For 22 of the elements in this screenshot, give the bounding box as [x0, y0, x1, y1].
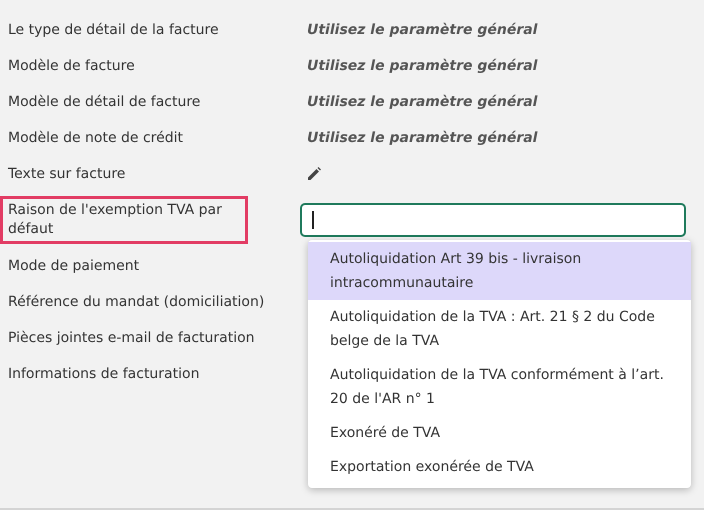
dropdown-option[interactable]: Exonéré de TVA [308, 416, 691, 450]
setting-value: Utilisez le paramètre général [306, 130, 538, 146]
setting-value: Utilisez le paramètre général [306, 22, 538, 38]
field-label: Modèle de note de crédit [7, 128, 184, 148]
dropdown-option[interactable]: Exportation exonérée de TVA [308, 450, 691, 484]
field-label: Le type de détail de la facture [7, 20, 220, 40]
text-cursor-icon [312, 211, 314, 229]
dropdown-option[interactable]: Autoliquidation de la TVA : Art. 21 § 2 du Code belge de la TVA [308, 300, 691, 358]
setting-value: Utilisez le paramètre général [306, 94, 538, 110]
dropdown-option[interactable]: Autoliquidation de la TVA conformément à l’art. 20 de l'AR n° 1 [308, 358, 691, 416]
field-label: Informations de facturation [7, 364, 200, 384]
field-label: Raison de l'exemption TVA par défaut [0, 196, 248, 244]
field-label: Pièces jointes e-mail de facturation [7, 328, 256, 348]
field-label: Modèle de détail de facture [7, 92, 202, 112]
dropdown-option[interactable]: Autoliquidation Art 39 bis - livraison intracommunautaire [308, 242, 691, 300]
input-field[interactable] [300, 203, 686, 237]
setting-value: Utilisez le paramètre général [306, 58, 538, 74]
field-label: Modèle de facture [7, 56, 136, 76]
field-label: Référence du mandat (domiciliation) [7, 292, 266, 312]
pencil-icon[interactable] [306, 166, 322, 182]
field-label: Texte sur facture [7, 164, 126, 184]
field-label: Mode de paiement [7, 256, 140, 276]
